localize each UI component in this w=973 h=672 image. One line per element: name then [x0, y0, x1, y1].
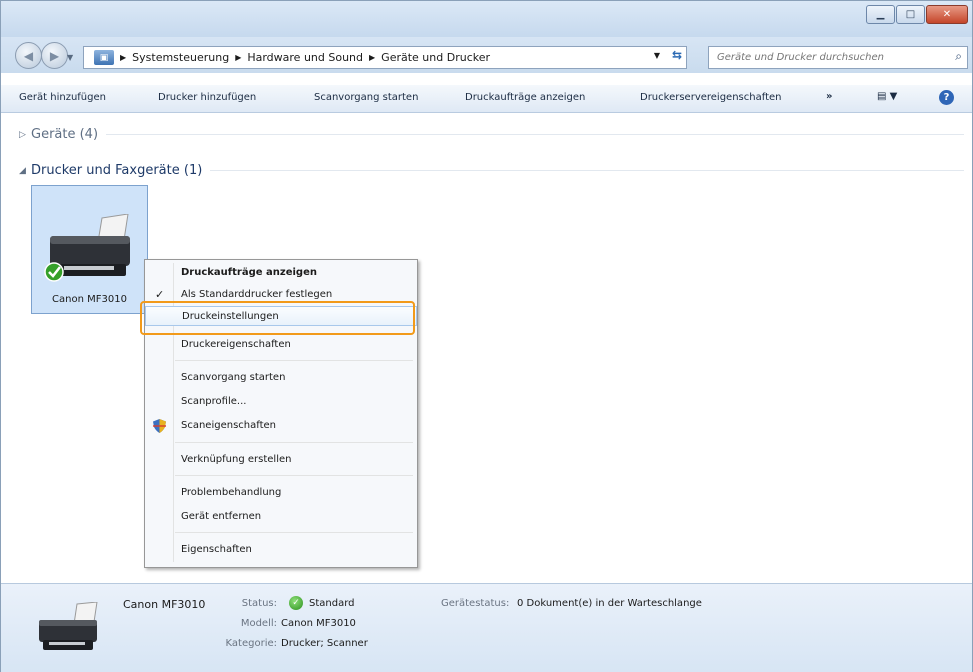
category-label: Kategorie: [225, 638, 277, 649]
breadcrumb-arrow-icon[interactable]: ▶ [369, 53, 375, 62]
menu-item-label: Eigenschaften [181, 544, 252, 555]
address-bar[interactable]: ▣ ▶ Systemsteuerung ▶ Hardware und Sound… [83, 46, 687, 69]
change-view-button[interactable]: ▤ ▼ [877, 91, 897, 102]
menu-item-scan-properties[interactable]: Scaneigenschaften [145, 416, 417, 436]
menu-item-label: Problembehandlung [181, 487, 282, 498]
group-printers-title: Drucker und Faxgeräte (1) [31, 163, 203, 178]
menu-separator [175, 442, 413, 443]
close-button[interactable]: ✕ [926, 5, 968, 24]
menu-item-label: Als Standarddrucker festlegen [181, 289, 333, 300]
window-controls: ▁ □ ✕ [865, 5, 968, 24]
search-input[interactable] [715, 51, 939, 64]
breadcrumb-control-panel[interactable]: Systemsteuerung [132, 51, 229, 64]
device-status-label: Gerätestatus: [441, 598, 510, 609]
category-value: Drucker; Scanner [281, 638, 368, 649]
menu-item-label: Gerät entfernen [181, 511, 262, 522]
device-name-label: Canon MF3010 [52, 294, 127, 305]
model-label: Modell: [240, 618, 277, 629]
recent-pages-dropdown-icon[interactable]: ▼ [67, 53, 73, 62]
address-dropdown-icon[interactable]: ▼ [654, 51, 660, 60]
expand-arrow-icon[interactable]: ▷ [19, 130, 31, 140]
menu-item-label: Scaneigenschaften [181, 420, 277, 431]
menu-item-label: Druckereigenschaften [181, 339, 291, 350]
menu-item-label: Scanvorgang starten [181, 372, 286, 383]
devices-and-printers-window: ▁ □ ✕ ◀ ▶ ▼ ▣ ▶ Systemsteuerung ▶ Hardwa… [0, 0, 973, 672]
start-scan-button[interactable]: Scanvorgang starten [314, 92, 418, 103]
breadcrumb-arrow-icon[interactable]: ▶ [235, 53, 241, 62]
menu-item-properties[interactable]: Eigenschaften [145, 540, 417, 560]
menu-item-start-scan[interactable]: Scanvorgang starten [145, 368, 417, 388]
device-status-value: 0 Dokument(e) in der Warteschlange [517, 598, 702, 609]
close-icon: ✕ [942, 9, 952, 20]
model-value: Canon MF3010 [281, 618, 356, 629]
menu-item-label: Scanprofile... [181, 396, 247, 407]
menu-separator [175, 532, 413, 533]
menu-separator [175, 475, 413, 476]
add-printer-button[interactable]: Drucker hinzufügen [158, 92, 256, 103]
shield-icon [153, 419, 166, 433]
search-icon[interactable]: ⌕ [955, 49, 962, 64]
group-divider [210, 170, 964, 171]
status-value: Standard [309, 598, 355, 609]
navigation-bar: ◀ ▶ ▼ ▣ ▶ Systemsteuerung ▶ Hardware und… [1, 37, 972, 73]
maximize-icon: □ [905, 9, 916, 20]
control-panel-icon: ▣ [94, 50, 114, 65]
menu-item-show-print-jobs[interactable]: Druckaufträge anzeigen [145, 263, 417, 283]
menu-item-label: Druckaufträge anzeigen [181, 267, 317, 278]
group-printers[interactable]: ◢ Drucker und Faxgeräte (1) [19, 163, 964, 178]
menu-item-troubleshoot[interactable]: Problembehandlung [145, 483, 417, 503]
menu-item-create-shortcut[interactable]: Verknüpfung erstellen [145, 450, 417, 470]
checkmark-icon: ✓ [155, 288, 165, 301]
group-divider [106, 134, 964, 135]
maximize-button[interactable]: □ [896, 5, 925, 24]
add-device-button[interactable]: Gerät hinzufügen [19, 92, 106, 103]
ok-check-icon: ✓ [289, 596, 303, 610]
group-devices-title: Geräte (4) [31, 127, 99, 142]
back-arrow-icon: ◀ [23, 48, 34, 63]
group-devices[interactable]: ▷ Geräte (4) [19, 127, 964, 142]
show-print-jobs-button[interactable]: Druckaufträge anzeigen [465, 92, 585, 103]
collapse-arrow-icon[interactable]: ◢ [19, 166, 31, 176]
device-tile-canon-mf3010[interactable]: Canon MF3010 [31, 185, 148, 314]
menu-item-label: Verknüpfung erstellen [181, 454, 292, 465]
forward-button[interactable]: ▶ [41, 42, 68, 69]
menu-item-printer-properties[interactable]: Druckereigenschaften [145, 335, 417, 355]
breadcrumb-devices-printers[interactable]: Geräte und Drucker [381, 51, 490, 64]
menu-item-scan-profiles[interactable]: Scanprofile... [145, 392, 417, 412]
menu-item-remove-device[interactable]: Gerät entfernen [145, 507, 417, 527]
highlight-annotation [140, 301, 415, 335]
refresh-icon[interactable]: ⇆ [672, 48, 682, 62]
minimize-icon: ▁ [876, 9, 885, 20]
breadcrumb-hardware-sound[interactable]: Hardware und Sound [247, 51, 363, 64]
details-device-name: Canon MF3010 [123, 598, 206, 611]
status-label: Status: [241, 598, 277, 609]
printer-icon [44, 214, 130, 282]
menu-separator [175, 360, 413, 361]
print-server-properties-button[interactable]: Druckerservereigenschaften [640, 92, 781, 103]
minimize-button[interactable]: ▁ [866, 5, 895, 24]
search-box[interactable]: ⌕ [708, 46, 968, 69]
details-pane: Canon MF3010 Status: ✓ Standard Modell: … [1, 583, 972, 672]
view-icon: ▤ [877, 91, 887, 102]
breadcrumb-arrow-icon[interactable]: ▶ [120, 53, 126, 62]
more-commands-button[interactable]: » [826, 91, 832, 102]
command-bar: Gerät hinzufügen Drucker hinzufügen Scan… [1, 85, 972, 113]
view-dropdown-icon: ▼ [889, 91, 898, 102]
printer-icon [39, 602, 98, 650]
forward-arrow-icon: ▶ [49, 48, 60, 63]
title-bar: ▁ □ ✕ [1, 1, 972, 37]
help-icon[interactable]: ? [939, 90, 954, 105]
back-button[interactable]: ◀ [15, 42, 42, 69]
